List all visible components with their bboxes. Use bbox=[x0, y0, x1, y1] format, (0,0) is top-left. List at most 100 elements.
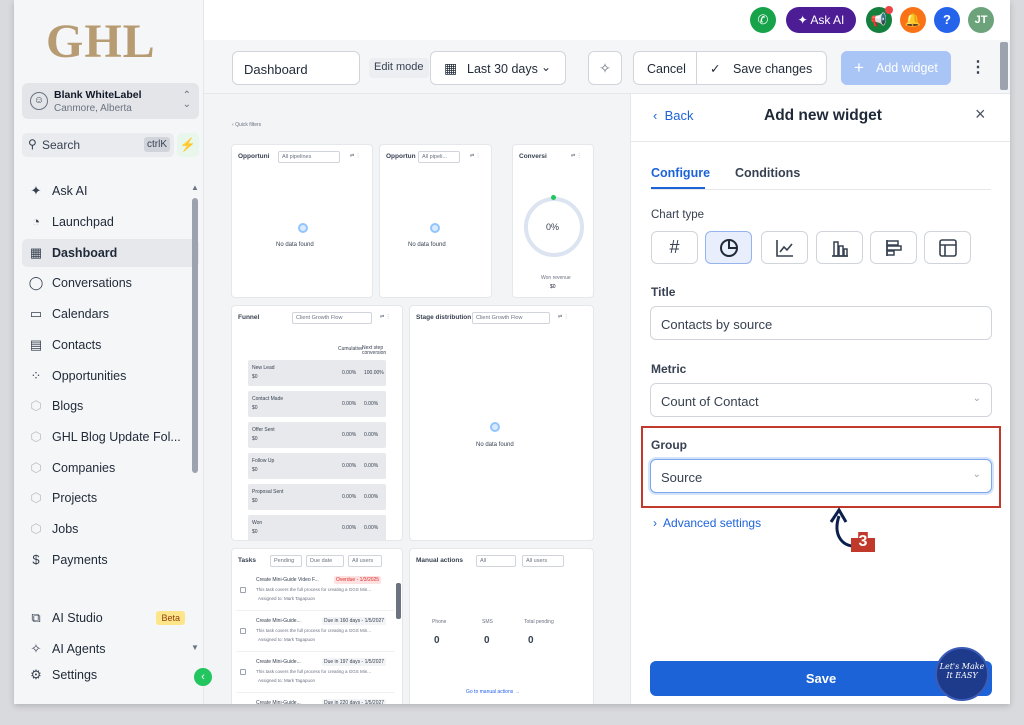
chart-type-table-button[interactable] bbox=[924, 231, 971, 264]
empty-state-icon bbox=[430, 223, 440, 233]
sidebar-item-ai-agents[interactable]: ✧ AI Agents bbox=[22, 635, 199, 663]
toolbar-scrollbar[interactable] bbox=[1000, 42, 1008, 90]
chart-type-horizontal-bar-button[interactable] bbox=[870, 231, 917, 264]
widget-title-input[interactable]: Contacts by source bbox=[650, 306, 992, 340]
sidebar-item-opportunities[interactable]: ⁘ Opportunities bbox=[22, 362, 199, 390]
task-due-filter[interactable]: Due date bbox=[306, 555, 344, 567]
dashboard-name-input[interactable]: Dashboard bbox=[232, 51, 360, 85]
task-checkbox[interactable] bbox=[240, 669, 246, 675]
sidebar-item-projects[interactable]: ⬡ Projects bbox=[22, 484, 199, 512]
sidebar-item-conversations[interactable]: ◯ Conversations bbox=[22, 269, 199, 297]
task-row[interactable]: Create Mini-Guide... Due in 197 days - 1… bbox=[236, 655, 394, 693]
pipeline-select[interactable]: Client Growth Flow bbox=[292, 312, 372, 324]
group-select[interactable]: Source ⌄ bbox=[650, 459, 992, 493]
sidebar-item-jobs[interactable]: ⬡ Jobs bbox=[22, 515, 199, 543]
help-icon[interactable]: ? bbox=[934, 7, 960, 33]
phone-icon[interactable]: ✆ bbox=[750, 7, 776, 33]
group-value: Source bbox=[661, 470, 703, 485]
switch-icon[interactable]: ⇄ ⋮ bbox=[350, 153, 361, 159]
cube-icon: ⬡ bbox=[30, 521, 42, 536]
sidebar-item-ask-ai[interactable]: ✦ Ask AI bbox=[22, 177, 199, 205]
sidebar-item-companies[interactable]: ⬡ Companies bbox=[22, 454, 199, 482]
sidebar-item-calendars[interactable]: ▭ Calendars bbox=[22, 300, 199, 328]
sidebar-item-ghl-blog-update[interactable]: ⬡ GHL Blog Update Fol... bbox=[22, 423, 199, 451]
empty-state-icon bbox=[298, 223, 308, 233]
collapse-sidebar-icon[interactable]: ‹ bbox=[194, 668, 212, 686]
chart-type-line-button[interactable] bbox=[761, 231, 808, 264]
date-range-selector[interactable]: ▦ Last 30 days ⌄ bbox=[430, 51, 566, 85]
task-row[interactable]: Create Mini-Guide... Due in 160 days - 1… bbox=[236, 614, 394, 652]
pipeline-select[interactable]: Client Growth Flow bbox=[472, 312, 550, 324]
back-link[interactable]: ‹ Back bbox=[653, 108, 693, 123]
advanced-settings-toggle[interactable]: › Advanced settings bbox=[653, 516, 761, 530]
sidebar-item-contacts[interactable]: ▤ Contacts bbox=[22, 331, 199, 359]
metric-select[interactable]: Count of Contact ⌄ bbox=[650, 383, 992, 417]
manual-type-filter[interactable]: All bbox=[476, 555, 516, 567]
cube-icon: ⬡ bbox=[30, 460, 42, 475]
tasks-scrollbar[interactable] bbox=[396, 583, 401, 619]
task-user-filter[interactable]: All users bbox=[348, 555, 382, 567]
task-row[interactable]: Create Mini-Guide... Due in 220 days - 1… bbox=[236, 696, 394, 704]
conversion-card[interactable]: Conversi ⇄ ⋮ 0% Won revenue $0 bbox=[512, 144, 594, 298]
manual-link-label: Go to manual actions bbox=[466, 689, 514, 695]
funnel-card[interactable]: Funnel Client Growth Flow ⇄ ⋮ Cumulative… bbox=[231, 305, 403, 541]
user-avatar[interactable]: JT bbox=[968, 7, 994, 33]
sidebar-item-dashboard[interactable]: ▦ Dashboard bbox=[22, 239, 199, 267]
opportunities-card-1[interactable]: Opportuni All pipelines ⇄ ⋮ No data foun… bbox=[231, 144, 373, 298]
more-options-icon[interactable]: ⋮ bbox=[970, 57, 986, 77]
funnel-amount: $0 bbox=[252, 405, 258, 411]
funnel-cumulative: 0.00% bbox=[342, 401, 357, 407]
ask-ai-button[interactable]: ✦ Ask AI bbox=[786, 7, 856, 33]
widget-title-value: Contacts by source bbox=[661, 317, 773, 332]
manual-actions-card[interactable]: Manual actions All All users Phone SMS T… bbox=[409, 548, 594, 704]
task-description: This task covers the full process for cr… bbox=[256, 587, 372, 592]
sidebar-item-settings[interactable]: ⚙ Settings bbox=[22, 661, 199, 689]
sidebar-scrollbar[interactable]: ▲ ▼ bbox=[191, 183, 199, 653]
task-name: Create Mini-Guide Video F... bbox=[256, 577, 319, 583]
pipeline-select[interactable]: All pipelines bbox=[278, 151, 340, 163]
magic-wand-icon[interactable]: ✧ bbox=[588, 51, 622, 85]
chevron-down-icon: ⌄ bbox=[541, 60, 552, 74]
task-checkbox[interactable] bbox=[240, 628, 246, 634]
stage-distribution-card[interactable]: Stage distribution Client Growth Flow ⇄ … bbox=[409, 305, 594, 541]
cancel-button[interactable]: Cancel bbox=[647, 62, 686, 76]
manual-user-filter[interactable]: All users bbox=[522, 555, 564, 567]
dashboard-grid-icon: ▦ bbox=[29, 245, 43, 260]
switch-icon[interactable]: ⇄ ⋮ bbox=[571, 153, 582, 159]
task-status-filter[interactable]: Pending bbox=[270, 555, 302, 567]
close-icon[interactable]: × bbox=[975, 104, 986, 125]
chart-type-pie-button[interactable] bbox=[705, 231, 752, 264]
bell-icon[interactable]: 🔔 bbox=[900, 7, 926, 33]
manual-actions-link[interactable]: Go to manual actions → bbox=[466, 689, 520, 695]
pipeline-select[interactable]: All pipeli... bbox=[418, 151, 460, 163]
title-label: Title bbox=[651, 285, 676, 299]
sidebar-search[interactable]: ⚲ Search ctrlK bbox=[22, 133, 174, 157]
sidebar-item-launchpad[interactable]: ◔ Launchpad bbox=[22, 208, 199, 236]
switch-icon[interactable]: ⇄ ⋮ bbox=[558, 314, 569, 320]
funnel-amount: $0 bbox=[252, 374, 258, 380]
scroll-up-icon[interactable]: ▲ bbox=[191, 183, 199, 192]
quick-action-bolt-icon[interactable]: ⚡ bbox=[177, 133, 199, 157]
switch-icon[interactable]: ⇄ ⋮ bbox=[470, 153, 481, 159]
conversion-value: 0% bbox=[546, 222, 560, 232]
chart-type-bar-button[interactable] bbox=[816, 231, 863, 264]
tasks-card[interactable]: Tasks Pending Due date All users Create … bbox=[231, 548, 403, 704]
add-widget-button[interactable]: + Add widget bbox=[841, 51, 951, 85]
quick-filters-link[interactable]: ‹ Quick filters bbox=[232, 122, 261, 128]
task-row[interactable]: Create Mini-Guide Video F... Overdue - 1… bbox=[236, 573, 394, 611]
account-avatar-icon: ☺ bbox=[30, 92, 48, 110]
sidebar-scroll-thumb[interactable] bbox=[192, 198, 198, 473]
chart-type-number-button[interactable]: # bbox=[651, 231, 698, 264]
save-changes-button[interactable]: Save changes bbox=[733, 62, 812, 76]
top-bar: ✆ ✦ Ask AI 📢 🔔 ? JT bbox=[204, 0, 1010, 40]
sidebar-item-ai-studio[interactable]: ⧉ AI Studio Beta bbox=[22, 604, 199, 632]
switch-icon[interactable]: ⇄ ⋮ bbox=[380, 314, 391, 320]
sidebar-item-blogs[interactable]: ⬡ Blogs bbox=[22, 392, 199, 420]
sidebar-item-payments[interactable]: $ Payments bbox=[22, 546, 199, 574]
task-checkbox[interactable] bbox=[240, 587, 246, 593]
account-switcher[interactable]: ☺ Blank WhiteLabel Canmore, Alberta ⌃ ⌄ bbox=[22, 83, 199, 119]
tab-configure[interactable]: Configure bbox=[651, 166, 710, 180]
scroll-down-icon[interactable]: ▼ bbox=[191, 643, 199, 652]
tab-conditions[interactable]: Conditions bbox=[735, 166, 800, 180]
opportunities-card-2[interactable]: Opportun All pipeli... ⇄ ⋮ No data found bbox=[379, 144, 492, 298]
